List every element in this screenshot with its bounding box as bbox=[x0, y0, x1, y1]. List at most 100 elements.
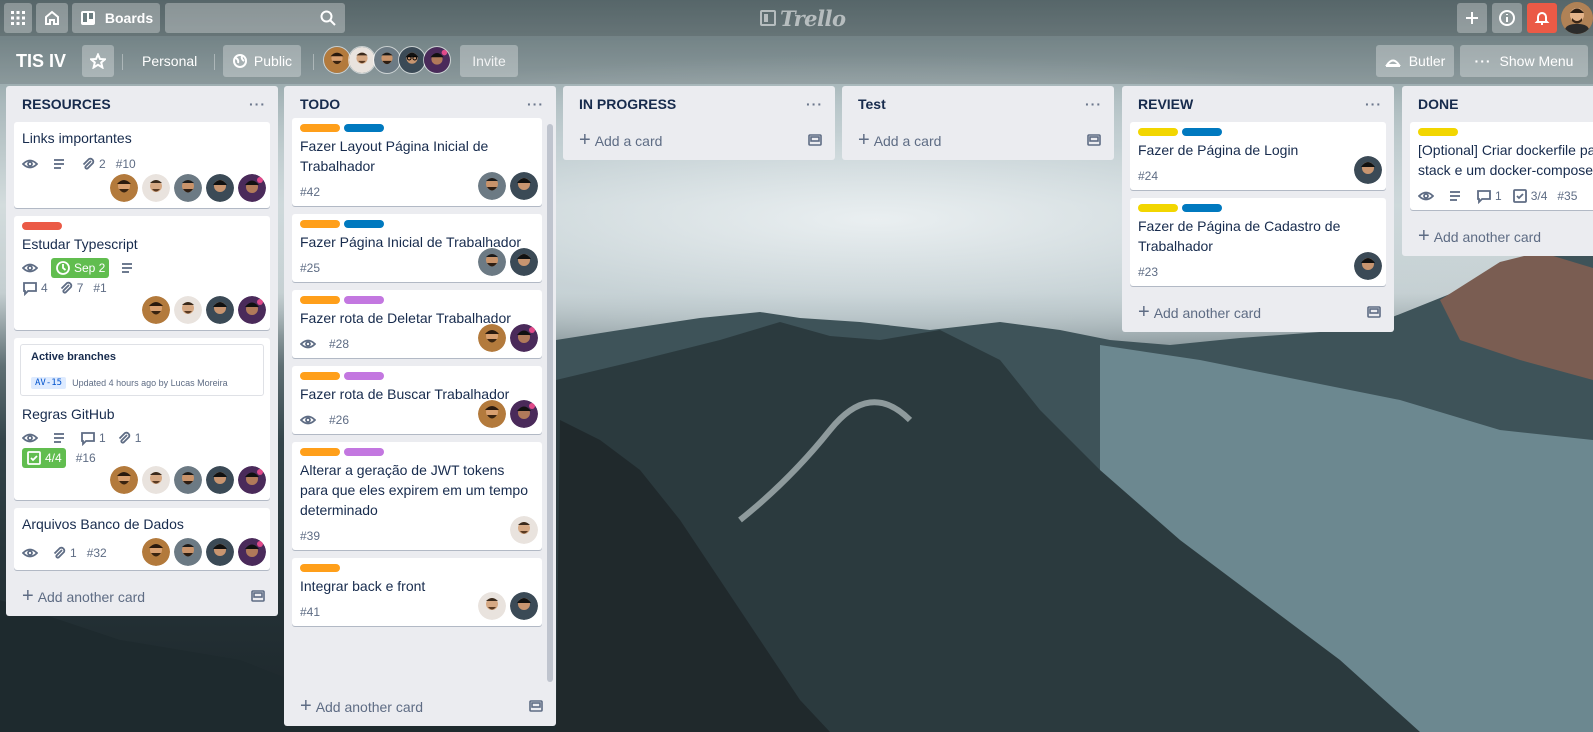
member-avatar[interactable] bbox=[238, 174, 266, 202]
member-avatar[interactable] bbox=[238, 538, 266, 566]
add-card-button[interactable]: + Add a card bbox=[563, 122, 835, 160]
member-avatar[interactable] bbox=[206, 296, 234, 324]
member-avatar[interactable] bbox=[510, 592, 538, 620]
invite-button[interactable]: Invite bbox=[460, 45, 518, 77]
card-title: Fazer de Página de Login bbox=[1138, 142, 1299, 158]
team-button[interactable]: Personal bbox=[142, 45, 197, 77]
visibility-button[interactable]: Public bbox=[223, 45, 301, 77]
member-avatar[interactable] bbox=[510, 400, 538, 428]
member-avatar[interactable] bbox=[142, 174, 170, 202]
member-avatar[interactable] bbox=[478, 400, 506, 428]
member-avatar[interactable] bbox=[323, 46, 351, 74]
member-avatar[interactable] bbox=[142, 538, 170, 566]
add-card-button[interactable]: + Add another card bbox=[1122, 294, 1394, 332]
card[interactable]: Integrar back e front #41 bbox=[292, 558, 542, 626]
card[interactable]: Fazer rota de Deletar Trabalhador #28 bbox=[292, 290, 542, 358]
card-label-orange bbox=[300, 124, 340, 132]
member-avatar[interactable] bbox=[110, 174, 138, 202]
member-avatar[interactable] bbox=[510, 172, 538, 200]
plus-icon: + bbox=[858, 129, 870, 151]
member-avatar[interactable] bbox=[1354, 156, 1382, 184]
member-avatar[interactable] bbox=[398, 46, 426, 74]
add-card-label: Add a card bbox=[873, 133, 942, 149]
star-button[interactable] bbox=[82, 45, 114, 77]
list-done-viewport: DONE··· [Optional] Criar dockerfile para… bbox=[1402, 86, 1593, 286]
paperclip-icon bbox=[118, 431, 130, 444]
card[interactable]: Fazer de Página de Cadastro de Trabalhad… bbox=[1130, 198, 1386, 286]
member-avatar[interactable] bbox=[174, 174, 202, 202]
show-menu-button[interactable]: ··· Show Menu bbox=[1460, 45, 1588, 77]
card-template-icon[interactable] bbox=[807, 132, 823, 151]
add-card-button[interactable]: + Add another card bbox=[284, 688, 556, 726]
board-title[interactable]: TIS IV bbox=[16, 51, 66, 72]
list-menu-icon[interactable]: ··· bbox=[806, 96, 823, 112]
paperclip-icon bbox=[82, 157, 95, 170]
member-avatar[interactable] bbox=[110, 466, 138, 494]
list-menu-icon[interactable]: ··· bbox=[249, 96, 266, 112]
create-button[interactable] bbox=[1457, 3, 1487, 33]
list-title[interactable]: REVIEW bbox=[1138, 96, 1193, 112]
member-avatar[interactable] bbox=[423, 46, 451, 74]
card[interactable]: Fazer Layout Página Inicial de Trabalhad… bbox=[292, 118, 542, 206]
card[interactable]: [Optional] Criar dockerfile para stack e… bbox=[1410, 122, 1593, 210]
member-avatar[interactable] bbox=[238, 466, 266, 494]
list-menu-icon[interactable]: ··· bbox=[527, 96, 544, 112]
member-avatar[interactable] bbox=[174, 538, 202, 566]
add-card-button[interactable]: + Add a card bbox=[842, 122, 1114, 160]
list-menu-icon[interactable]: ··· bbox=[1365, 96, 1382, 112]
add-card-button[interactable]: + Add another card bbox=[6, 578, 278, 616]
home-button[interactable] bbox=[36, 3, 68, 33]
list-title[interactable]: DONE bbox=[1418, 96, 1458, 112]
list-done: DONE··· [Optional] Criar dockerfile para… bbox=[1402, 86, 1593, 256]
card-template-icon[interactable] bbox=[1366, 304, 1382, 323]
card[interactable]: Estudar Typescript Sep 2 4 7 #1 bbox=[14, 216, 270, 330]
list-title[interactable]: TODO bbox=[300, 96, 340, 112]
member-avatar[interactable] bbox=[510, 324, 538, 352]
member-avatar[interactable] bbox=[478, 592, 506, 620]
member-avatar[interactable] bbox=[206, 174, 234, 202]
list-menu-icon[interactable]: ··· bbox=[1085, 96, 1102, 112]
user-avatar[interactable] bbox=[1561, 2, 1593, 34]
member-avatar[interactable] bbox=[373, 46, 401, 74]
card[interactable]: Arquivos Banco de Dados 1 #32 bbox=[14, 508, 270, 570]
member-avatar[interactable] bbox=[206, 538, 234, 566]
member-avatar[interactable] bbox=[348, 46, 376, 74]
card-template-icon[interactable] bbox=[528, 698, 544, 717]
branch-tag[interactable]: AV-15 bbox=[31, 377, 67, 389]
member-avatar[interactable] bbox=[142, 466, 170, 494]
list-title[interactable]: Test bbox=[858, 96, 886, 112]
member-avatar[interactable] bbox=[174, 466, 202, 494]
card[interactable]: Active branches AV-15 Updated 4 hours ago… bbox=[14, 338, 270, 500]
card[interactable]: Links importantes 2 #10 bbox=[14, 122, 270, 208]
member-avatar[interactable] bbox=[478, 248, 506, 276]
card[interactable]: Fazer de Página de Login #24 bbox=[1130, 122, 1386, 190]
card-title: Regras GitHub bbox=[22, 406, 115, 422]
add-card-button[interactable]: + Add another card bbox=[1402, 218, 1593, 256]
notifications-button[interactable] bbox=[1527, 3, 1557, 33]
member-avatar[interactable] bbox=[238, 296, 266, 324]
due-date-badge[interactable]: Sep 2 bbox=[51, 258, 110, 278]
member-avatar[interactable] bbox=[510, 516, 538, 544]
member-avatar[interactable] bbox=[478, 172, 506, 200]
list-title[interactable]: RESOURCES bbox=[22, 96, 111, 112]
list-scrollbar[interactable] bbox=[547, 124, 553, 682]
member-avatar[interactable] bbox=[142, 296, 170, 324]
trello-logo[interactable]: Trello bbox=[760, 6, 846, 31]
member-avatar[interactable] bbox=[206, 466, 234, 494]
card-label-red bbox=[22, 222, 62, 230]
apps-grid-icon[interactable] bbox=[4, 3, 32, 33]
member-avatar[interactable] bbox=[174, 296, 202, 324]
member-avatar[interactable] bbox=[510, 248, 538, 276]
butler-button[interactable]: Butler bbox=[1376, 45, 1454, 77]
card[interactable]: Fazer rota de Buscar Trabalhador #26 bbox=[292, 366, 542, 434]
card-template-icon[interactable] bbox=[250, 588, 266, 607]
member-avatar[interactable] bbox=[1354, 252, 1382, 280]
search-input[interactable] bbox=[165, 3, 345, 33]
card[interactable]: Alterar a geração de JWT tokens para que… bbox=[292, 442, 542, 550]
member-avatar[interactable] bbox=[478, 324, 506, 352]
card[interactable]: Fazer Página Inicial de Trabalhador #25 bbox=[292, 214, 542, 282]
boards-button[interactable]: Boards bbox=[72, 3, 160, 33]
list-title[interactable]: IN PROGRESS bbox=[579, 96, 676, 112]
info-button[interactable] bbox=[1492, 3, 1522, 33]
card-template-icon[interactable] bbox=[1086, 132, 1102, 151]
